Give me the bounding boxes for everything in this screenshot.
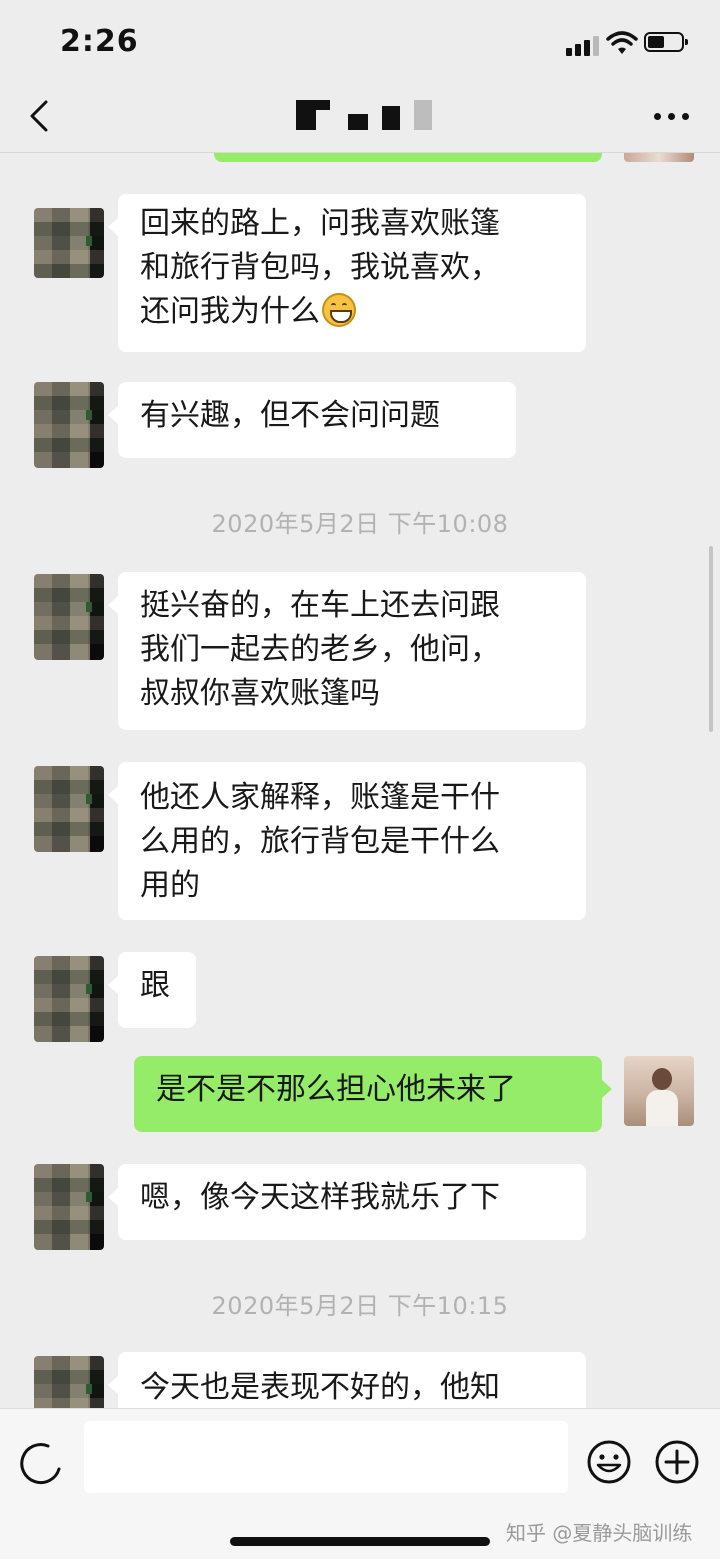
avatar[interactable] xyxy=(34,382,104,468)
message-line: 用的 xyxy=(140,868,200,903)
message-line: 么用的，旅行背包是干什么 xyxy=(140,824,500,859)
more-icon[interactable] xyxy=(654,110,690,122)
message-bubble[interactable]: 挺兴奋的，在车上还去问跟 我们一起去的老乡，他问， 叔叔你喜欢账篷吗 xyxy=(108,572,586,730)
signal-icon xyxy=(566,34,602,56)
avatar[interactable] xyxy=(34,766,104,852)
chat-title-pixelated xyxy=(296,100,438,130)
message-bubble[interactable]: 他还人家解释，账篷是干什 么用的，旅行背包是干什么 用的 xyxy=(108,762,586,920)
message-line: 我们一起去的老乡，他问， xyxy=(140,632,500,667)
chat-header xyxy=(0,88,720,153)
back-icon[interactable] xyxy=(24,96,54,136)
wifi-icon xyxy=(606,31,638,54)
scroll-indicator[interactable] xyxy=(709,546,713,732)
message-bubble[interactable]: 有兴趣，但不会问问题 xyxy=(108,382,516,458)
message-line: 他还人家解释，账篷是干什 xyxy=(140,780,500,815)
avatar[interactable] xyxy=(34,1164,104,1250)
message-bubble[interactable]: 嗯，像今天这样我就乐了下 xyxy=(108,1164,586,1240)
grinning-face-icon xyxy=(322,293,356,327)
input-bar: 知乎 @夏静头脑训练 xyxy=(0,1408,720,1559)
avatar[interactable] xyxy=(624,1056,694,1126)
home-indicator[interactable] xyxy=(230,1537,490,1546)
chat-message-list[interactable]: 回来的路上，问我喜欢账篷 和旅行背包吗，我说喜欢， 还问我为什么 有兴趣，但不会… xyxy=(0,0,720,1408)
message-bubble[interactable]: 跟 xyxy=(108,952,196,1028)
avatar[interactable] xyxy=(34,956,104,1042)
watermark: 知乎 @夏静头脑训练 xyxy=(506,1521,693,1545)
message-line: 回来的路上，问我喜欢账篷 xyxy=(140,206,500,241)
battery-icon xyxy=(644,32,688,52)
avatar[interactable] xyxy=(34,574,104,660)
message-line: 跟 xyxy=(140,968,170,1003)
avatar[interactable] xyxy=(34,1356,104,1408)
message-bubble[interactable]: 是不是不那么担心他未来了 xyxy=(134,1056,612,1132)
message-line: 是不是不那么担心他未来了 xyxy=(156,1072,516,1107)
avatar[interactable] xyxy=(34,208,104,278)
message-input[interactable] xyxy=(84,1421,568,1493)
message-line: 今天也是表现不好的，他知 xyxy=(140,1370,500,1405)
timestamp: 2020年5月2日 下午10:15 xyxy=(211,1292,509,1320)
message-line: 和旅行背包吗，我说喜欢， xyxy=(140,250,500,285)
message-bubble[interactable]: 回来的路上，问我喜欢账篷 和旅行背包吗，我说喜欢， 还问我为什么 xyxy=(108,194,586,352)
message-line: 嗯，像今天这样我就乐了下 xyxy=(140,1180,500,1215)
plus-icon[interactable] xyxy=(654,1439,700,1485)
emoji-icon[interactable] xyxy=(586,1439,632,1485)
status-bar: 2:26 xyxy=(0,0,720,88)
message-line: 还问我为什么 xyxy=(140,294,320,329)
message-bubble[interactable]: 今天也是表现不好的，他知 xyxy=(108,1352,586,1408)
timestamp: 2020年5月2日 下午10:08 xyxy=(211,510,509,538)
message-line: 有兴趣，但不会问问题 xyxy=(140,398,440,433)
message-line: 挺兴奋的，在车上还去问跟 xyxy=(140,588,500,623)
message-line: 叔叔你喜欢账篷吗 xyxy=(140,676,380,711)
status-time: 2:26 xyxy=(60,24,139,59)
voice-icon[interactable] xyxy=(18,1441,62,1485)
